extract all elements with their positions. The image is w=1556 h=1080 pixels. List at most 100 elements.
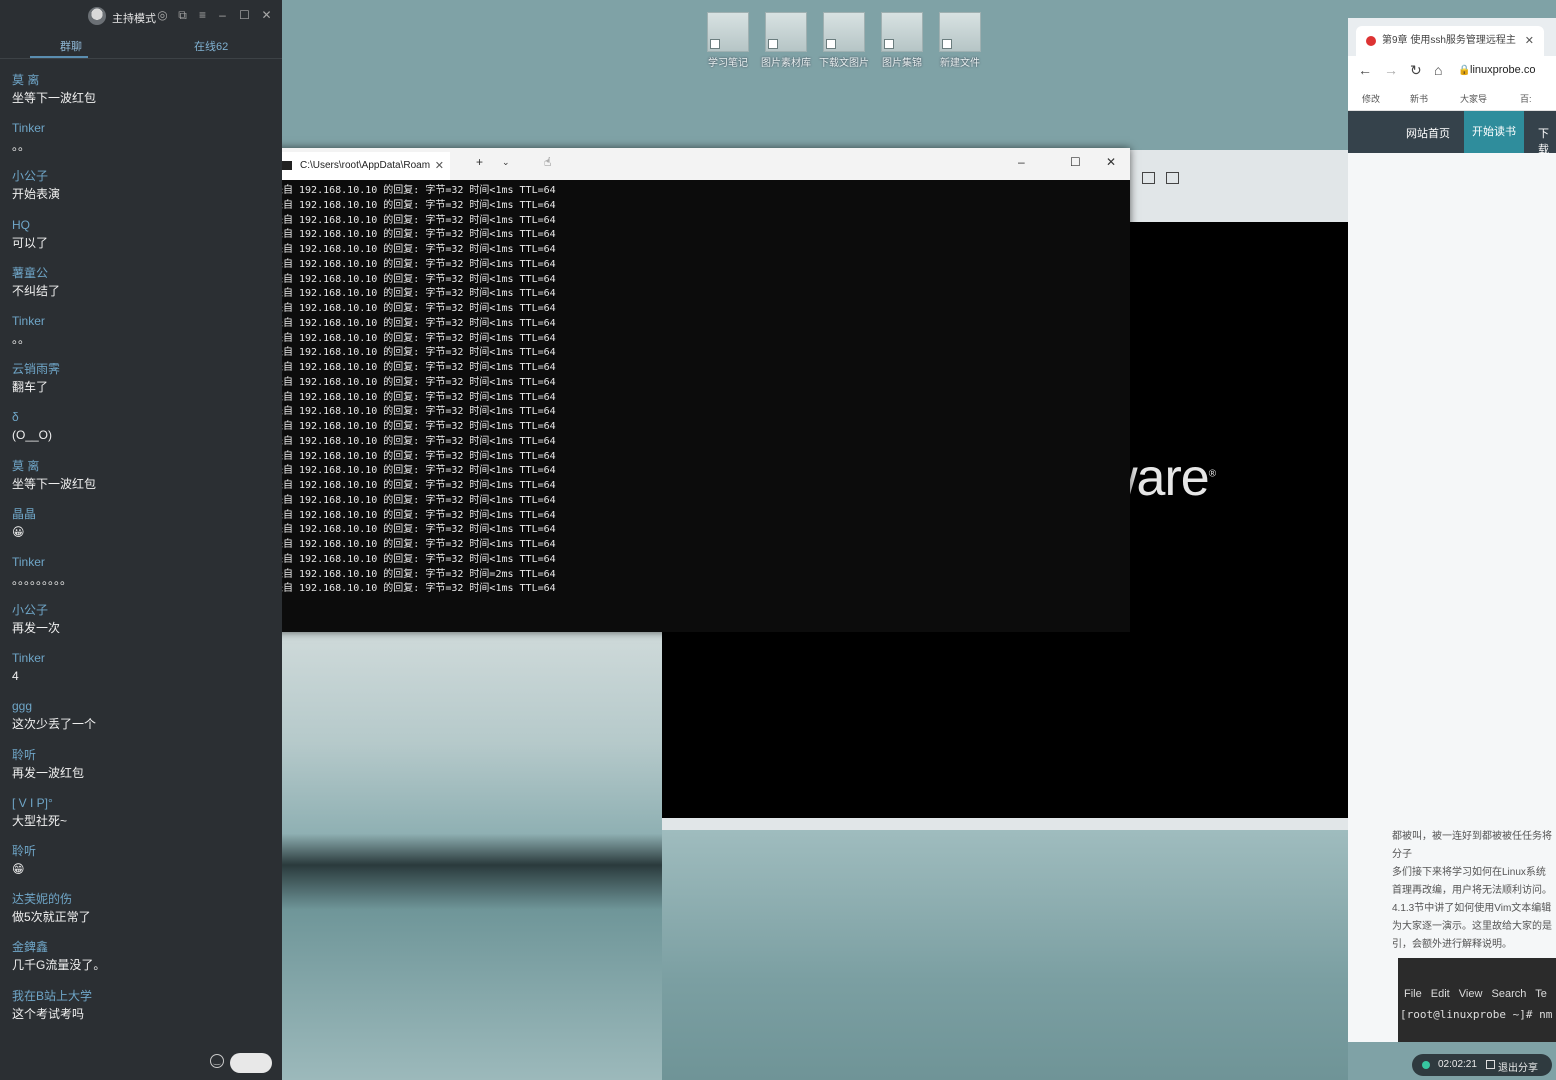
message-sender[interactable]: 聆听 bbox=[12, 747, 274, 764]
ping-reply-line: 来自 192.168.10.10 的回复: 字节=32 时间<1ms TTL=6… bbox=[273, 332, 556, 344]
ping-reply-line: 来自 192.168.10.10 的回复: 字节=32 时间<1ms TTL=6… bbox=[273, 435, 556, 447]
bookmark-item[interactable]: 大家导 bbox=[1460, 92, 1487, 105]
desktop-shortcut-5[interactable]: 新建文件 bbox=[932, 12, 988, 69]
cmd-titlebar[interactable]: C:\Users\root\AppData\Roam ✕ + ⌄ ☝ – ☐ ✕ bbox=[266, 148, 1130, 180]
message-sender[interactable]: HQ bbox=[12, 217, 274, 234]
message-sender[interactable]: 小公子 bbox=[12, 602, 274, 619]
avatar[interactable] bbox=[88, 7, 106, 25]
menu-icon[interactable]: ≡ bbox=[196, 9, 209, 22]
message-sender[interactable]: 达芙妮的伤 bbox=[12, 891, 274, 908]
fullscreen-icon[interactable] bbox=[1166, 172, 1179, 184]
ping-reply-line: 来自 192.168.10.10 的回复: 字节=32 时间<1ms TTL=6… bbox=[273, 317, 556, 329]
message-sender[interactable]: 我在B站上大学 bbox=[12, 988, 274, 1005]
chat-message: 晶晶 😀 bbox=[12, 506, 274, 554]
message-sender[interactable]: 金錍鑫 bbox=[12, 939, 274, 956]
cmd-tab[interactable]: C:\Users\root\AppData\Roam ✕ bbox=[274, 152, 450, 180]
chat-message: δ (O__O) bbox=[12, 409, 274, 457]
message-sender[interactable]: 聆听 bbox=[12, 843, 274, 860]
cmd-output[interactable]: 来自 192.168.10.10 的回复: 字节=32 时间<1ms TTL=6… bbox=[273, 184, 1123, 597]
message-sender[interactable]: Tinker bbox=[12, 313, 274, 330]
browser-tab-title: 第9章 使用ssh服务管理远程主 bbox=[1382, 35, 1516, 46]
close-icon[interactable]: ✕ bbox=[1106, 155, 1116, 169]
ping-reply-line: 来自 192.168.10.10 的回复: 字节=32 时间<1ms TTL=6… bbox=[273, 185, 556, 196]
stop-share-button[interactable]: 退出分享 bbox=[1498, 1059, 1538, 1074]
ping-reply-line: 来自 192.168.10.10 的回复: 字节=32 时间<1ms TTL=6… bbox=[273, 509, 556, 521]
ping-reply-line: 来自 192.168.10.10 的回复: 字节=32 时间<1ms TTL=6… bbox=[273, 244, 556, 255]
back-icon[interactable]: ← bbox=[1358, 62, 1372, 78]
shortcut-icon bbox=[939, 12, 981, 52]
message-sender[interactable]: Tinker bbox=[12, 650, 274, 667]
host-mode-label: 主持模式 bbox=[112, 13, 156, 25]
site-favicon-icon bbox=[1366, 36, 1376, 46]
tab-online[interactable]: 在线62 bbox=[194, 38, 228, 54]
browser-navbar: ← → ↻ ⌂ 🔒 linuxprobe.co bbox=[1348, 56, 1556, 86]
tab-group-chat[interactable]: 群聊 bbox=[60, 38, 82, 54]
message-sender[interactable]: Tinker bbox=[12, 554, 274, 571]
chat-message: 金錍鑫 几千G流量没了。 bbox=[12, 939, 274, 987]
minimize-icon[interactable]: – bbox=[1018, 155, 1025, 169]
message-sender[interactable]: [ V I P]° bbox=[12, 795, 274, 812]
bookmark-item[interactable]: 新书 bbox=[1410, 92, 1428, 105]
desktop-shortcut-1[interactable]: 学习笔记 bbox=[700, 12, 756, 69]
desktop-shortcut-3[interactable]: 下载文图片 bbox=[816, 12, 872, 69]
message-sender[interactable]: 小公子 bbox=[12, 168, 274, 185]
desktop-shortcut-4[interactable]: 图片集锦 bbox=[874, 12, 930, 69]
article-line: 多们接下来将学习如何在Linux系统 bbox=[1392, 867, 1546, 878]
new-tab-icon[interactable]: + bbox=[476, 155, 483, 169]
ping-reply-line: 来自 192.168.10.10 的回复: 字节=32 时间<1ms TTL=6… bbox=[273, 494, 556, 506]
ping-reply-line: 来自 192.168.10.10 的回复: 字节=32 时间<1ms TTL=6… bbox=[273, 524, 556, 536]
bookmark-item[interactable]: 百: bbox=[1520, 92, 1532, 105]
article-line: 为大家逐一演示。这里故给大家的是 bbox=[1392, 921, 1552, 932]
nav-read-link[interactable]: 开始读书 bbox=[1464, 111, 1524, 153]
nav-home-link[interactable]: 网站首页 bbox=[1406, 125, 1450, 141]
message-sender[interactable]: δ bbox=[12, 409, 274, 426]
close-icon[interactable]: ✕ bbox=[260, 9, 273, 22]
close-tab-icon[interactable]: ✕ bbox=[435, 152, 444, 180]
emoji-icon[interactable]: ‿ bbox=[210, 1054, 224, 1068]
forward-icon[interactable]: → bbox=[1384, 62, 1398, 78]
message-text: 😁 bbox=[12, 862, 25, 876]
message-text: 这次少丢了一个 bbox=[12, 717, 97, 732]
message-sender[interactable]: 晶晶 bbox=[12, 506, 274, 523]
message-text: 再发一波红包 bbox=[12, 765, 85, 780]
ping-reply-line: 来自 192.168.10.10 的回复: 字节=32 时间<1ms TTL=6… bbox=[273, 376, 556, 388]
ping-reply-line: 来自 192.168.10.10 的回复: 字节=32 时间<1ms TTL=6… bbox=[273, 273, 556, 285]
chat-message: Tinker 。。 bbox=[12, 120, 274, 168]
message-text: 开始表演 bbox=[12, 187, 61, 202]
close-tab-icon[interactable]: ✕ bbox=[1525, 26, 1534, 56]
hand-cursor-icon: ☝ bbox=[544, 155, 552, 169]
home-icon[interactable]: ⌂ bbox=[1434, 62, 1442, 78]
maximize-icon[interactable]: ☐ bbox=[238, 9, 251, 22]
desktop-shortcut-2[interactable]: 图片素材库 bbox=[758, 12, 814, 69]
settings-icon[interactable]: ◎ bbox=[156, 9, 169, 22]
browser-tab[interactable]: 第9章 使用ssh服务管理远程主 ✕ bbox=[1356, 26, 1544, 56]
stop-share-icon[interactable] bbox=[1486, 1060, 1495, 1069]
chat-tabs: 群聊 在线62 bbox=[0, 34, 282, 59]
chevron-down-icon[interactable]: ⌄ bbox=[502, 157, 510, 168]
message-text: 坐等下一波红包 bbox=[12, 476, 97, 491]
message-sender[interactable]: 薯童公 bbox=[12, 265, 274, 282]
nav-download-link[interactable]: 下载 bbox=[1538, 125, 1556, 157]
maximize-icon[interactable]: ☐ bbox=[1070, 155, 1081, 169]
message-list[interactable]: 莫 离坐等下一波红包 Tinker。。 小公子 开始表演 HQ 可以了 薯童公 不纠结了 Tin… bbox=[12, 72, 274, 1036]
message-sender[interactable]: 云销雨霁 bbox=[12, 361, 274, 378]
ping-reply-line: 来自 192.168.10.10 的回复: 字节=32 时间<1ms TTL=6… bbox=[273, 229, 556, 241]
message-sender[interactable]: Tinker bbox=[12, 120, 274, 137]
reload-icon[interactable]: ↻ bbox=[1410, 62, 1422, 79]
fit-window-icon[interactable] bbox=[1142, 172, 1155, 184]
address-bar[interactable]: linuxprobe.co bbox=[1470, 64, 1535, 76]
shortcut-label: 新建文件 bbox=[940, 58, 980, 69]
message-sender[interactable]: 莫 离 bbox=[12, 458, 274, 475]
minimize-icon[interactable]: – bbox=[216, 9, 229, 22]
chat-message: 莫 离坐等下一波红包 bbox=[12, 72, 274, 120]
message-sender[interactable]: ggg bbox=[12, 698, 274, 715]
article-text: 都被叫，被一连好到都被被任任务将分子 多们接下来将学习如何在Linux系统 首理… bbox=[1392, 828, 1556, 954]
cmd-window: C:\Users\root\AppData\Roam ✕ + ⌄ ☝ – ☐ ✕… bbox=[266, 148, 1130, 632]
bookmark-item[interactable]: 修改 bbox=[1362, 92, 1380, 105]
ping-reply-line: 来自 192.168.10.10 的回复: 字节=32 时间<1ms TTL=6… bbox=[273, 553, 556, 565]
ping-reply-line: 来自 192.168.10.10 的回复: 字节=32 时间<1ms TTL=6… bbox=[273, 465, 556, 477]
message-sender[interactable]: 莫 离 bbox=[12, 72, 274, 89]
desktop-wallpaper bbox=[282, 632, 662, 1080]
send-button[interactable] bbox=[230, 1053, 272, 1073]
popout-icon[interactable]: ⧉ bbox=[176, 9, 189, 22]
